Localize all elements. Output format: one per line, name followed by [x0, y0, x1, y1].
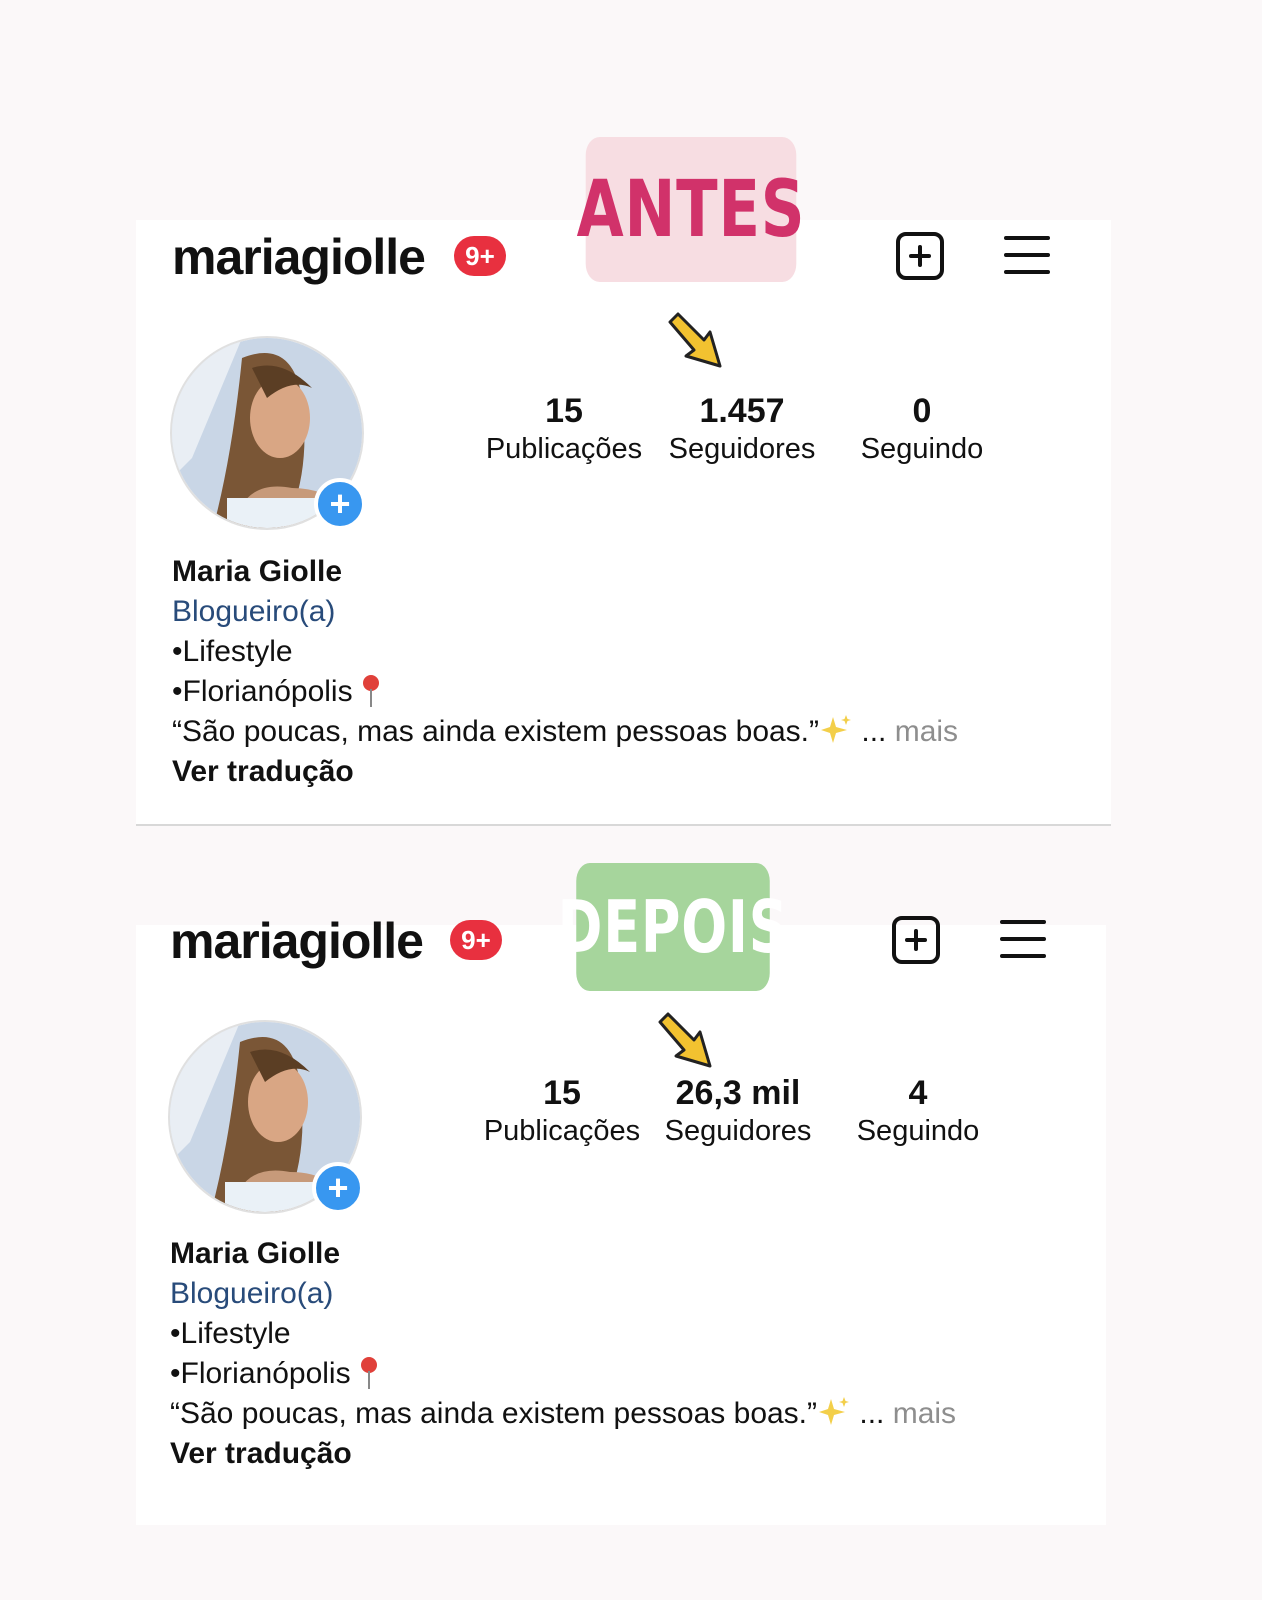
bio-line: •Florianópolis [170, 1357, 351, 1390]
label-antes: ANTES [577, 137, 805, 282]
new-post-icon[interactable] [892, 916, 940, 964]
avatar[interactable]: + [170, 336, 366, 530]
bio-line-location: •Florianópolis [170, 1354, 956, 1394]
notifications-badge[interactable]: 9+ [454, 236, 506, 276]
stat-label: Seguindo [856, 1115, 980, 1147]
bio-line: •Lifestyle [170, 1317, 291, 1350]
bio-quote-line: “São poucas, mas ainda existem pessoas b… [170, 1394, 956, 1434]
more-link[interactable]: mais [895, 715, 958, 748]
stat-value: 26,3 mil [675, 1074, 801, 1112]
add-story-button[interactable]: + [314, 478, 366, 530]
ellipsis: ... [861, 715, 887, 748]
avatar[interactable]: + [168, 1020, 364, 1214]
bio-quote: “São poucas, mas ainda existem pessoas b… [172, 715, 820, 748]
divider [136, 824, 1111, 826]
username: mariagiolle [170, 913, 424, 969]
stat-value: 15 [543, 1074, 581, 1112]
notifications-badge[interactable]: 9+ [450, 920, 502, 960]
arrow-icon [668, 312, 722, 368]
stat-following[interactable]: 4 Seguindo [828, 1074, 1008, 1148]
pushpin-icon [362, 675, 379, 707]
menu-icon[interactable] [1004, 236, 1050, 274]
bio: Maria Giolle Blogueiro(a) •Lifestyle •Fl… [172, 552, 958, 792]
category-label: Blogueiro(a) [170, 1277, 334, 1310]
stat-following[interactable]: 0 Seguindo [832, 392, 1012, 466]
menu-icon[interactable] [1000, 920, 1046, 958]
stat-label: Publicações [485, 433, 643, 465]
bio-quote: “São poucas, mas ainda existem pessoas b… [170, 1397, 818, 1430]
label-depois: DEPOIS [558, 863, 788, 991]
stat-value: 1.457 [699, 392, 785, 430]
username: mariagiolle [172, 229, 426, 285]
stat-followers[interactable]: 26,3 mil Seguidores [648, 1074, 828, 1148]
ellipsis: ... [859, 1397, 885, 1430]
arrow-icon [658, 1012, 712, 1068]
stat-label: Seguindo [860, 433, 984, 465]
translate-link[interactable]: Ver tradução [170, 1434, 956, 1474]
bio-quote-line: “São poucas, mas ainda existem pessoas b… [172, 712, 958, 752]
stat-value: 15 [545, 392, 583, 430]
stat-label: Publicações [483, 1115, 641, 1147]
stat-posts[interactable]: 15 Publicações [472, 1074, 652, 1148]
bio: Maria Giolle Blogueiro(a) •Lifestyle •Fl… [170, 1234, 956, 1474]
stat-label: Seguidores [664, 1115, 812, 1147]
display-name: Maria Giolle [170, 1237, 341, 1270]
stat-value: 0 [912, 392, 932, 430]
display-name: Maria Giolle [172, 555, 343, 588]
bio-line: •Florianópolis [172, 675, 353, 708]
pushpin-icon [360, 1357, 377, 1389]
stat-followers[interactable]: 1.457 Seguidores [652, 392, 832, 466]
new-post-icon[interactable] [896, 232, 944, 280]
more-link[interactable]: mais [893, 1397, 956, 1430]
translate-link[interactable]: Ver tradução [172, 752, 958, 792]
stat-posts[interactable]: 15 Publicações [474, 392, 654, 466]
stat-value: 4 [908, 1074, 928, 1112]
sparkles-icon [819, 1397, 850, 1425]
sparkles-icon [821, 715, 852, 743]
add-story-button[interactable]: + [312, 1162, 364, 1214]
stat-label: Seguidores [668, 433, 816, 465]
bio-line: •Lifestyle [172, 635, 293, 668]
category-label: Blogueiro(a) [172, 595, 336, 628]
bio-line-location: •Florianópolis [172, 672, 958, 712]
